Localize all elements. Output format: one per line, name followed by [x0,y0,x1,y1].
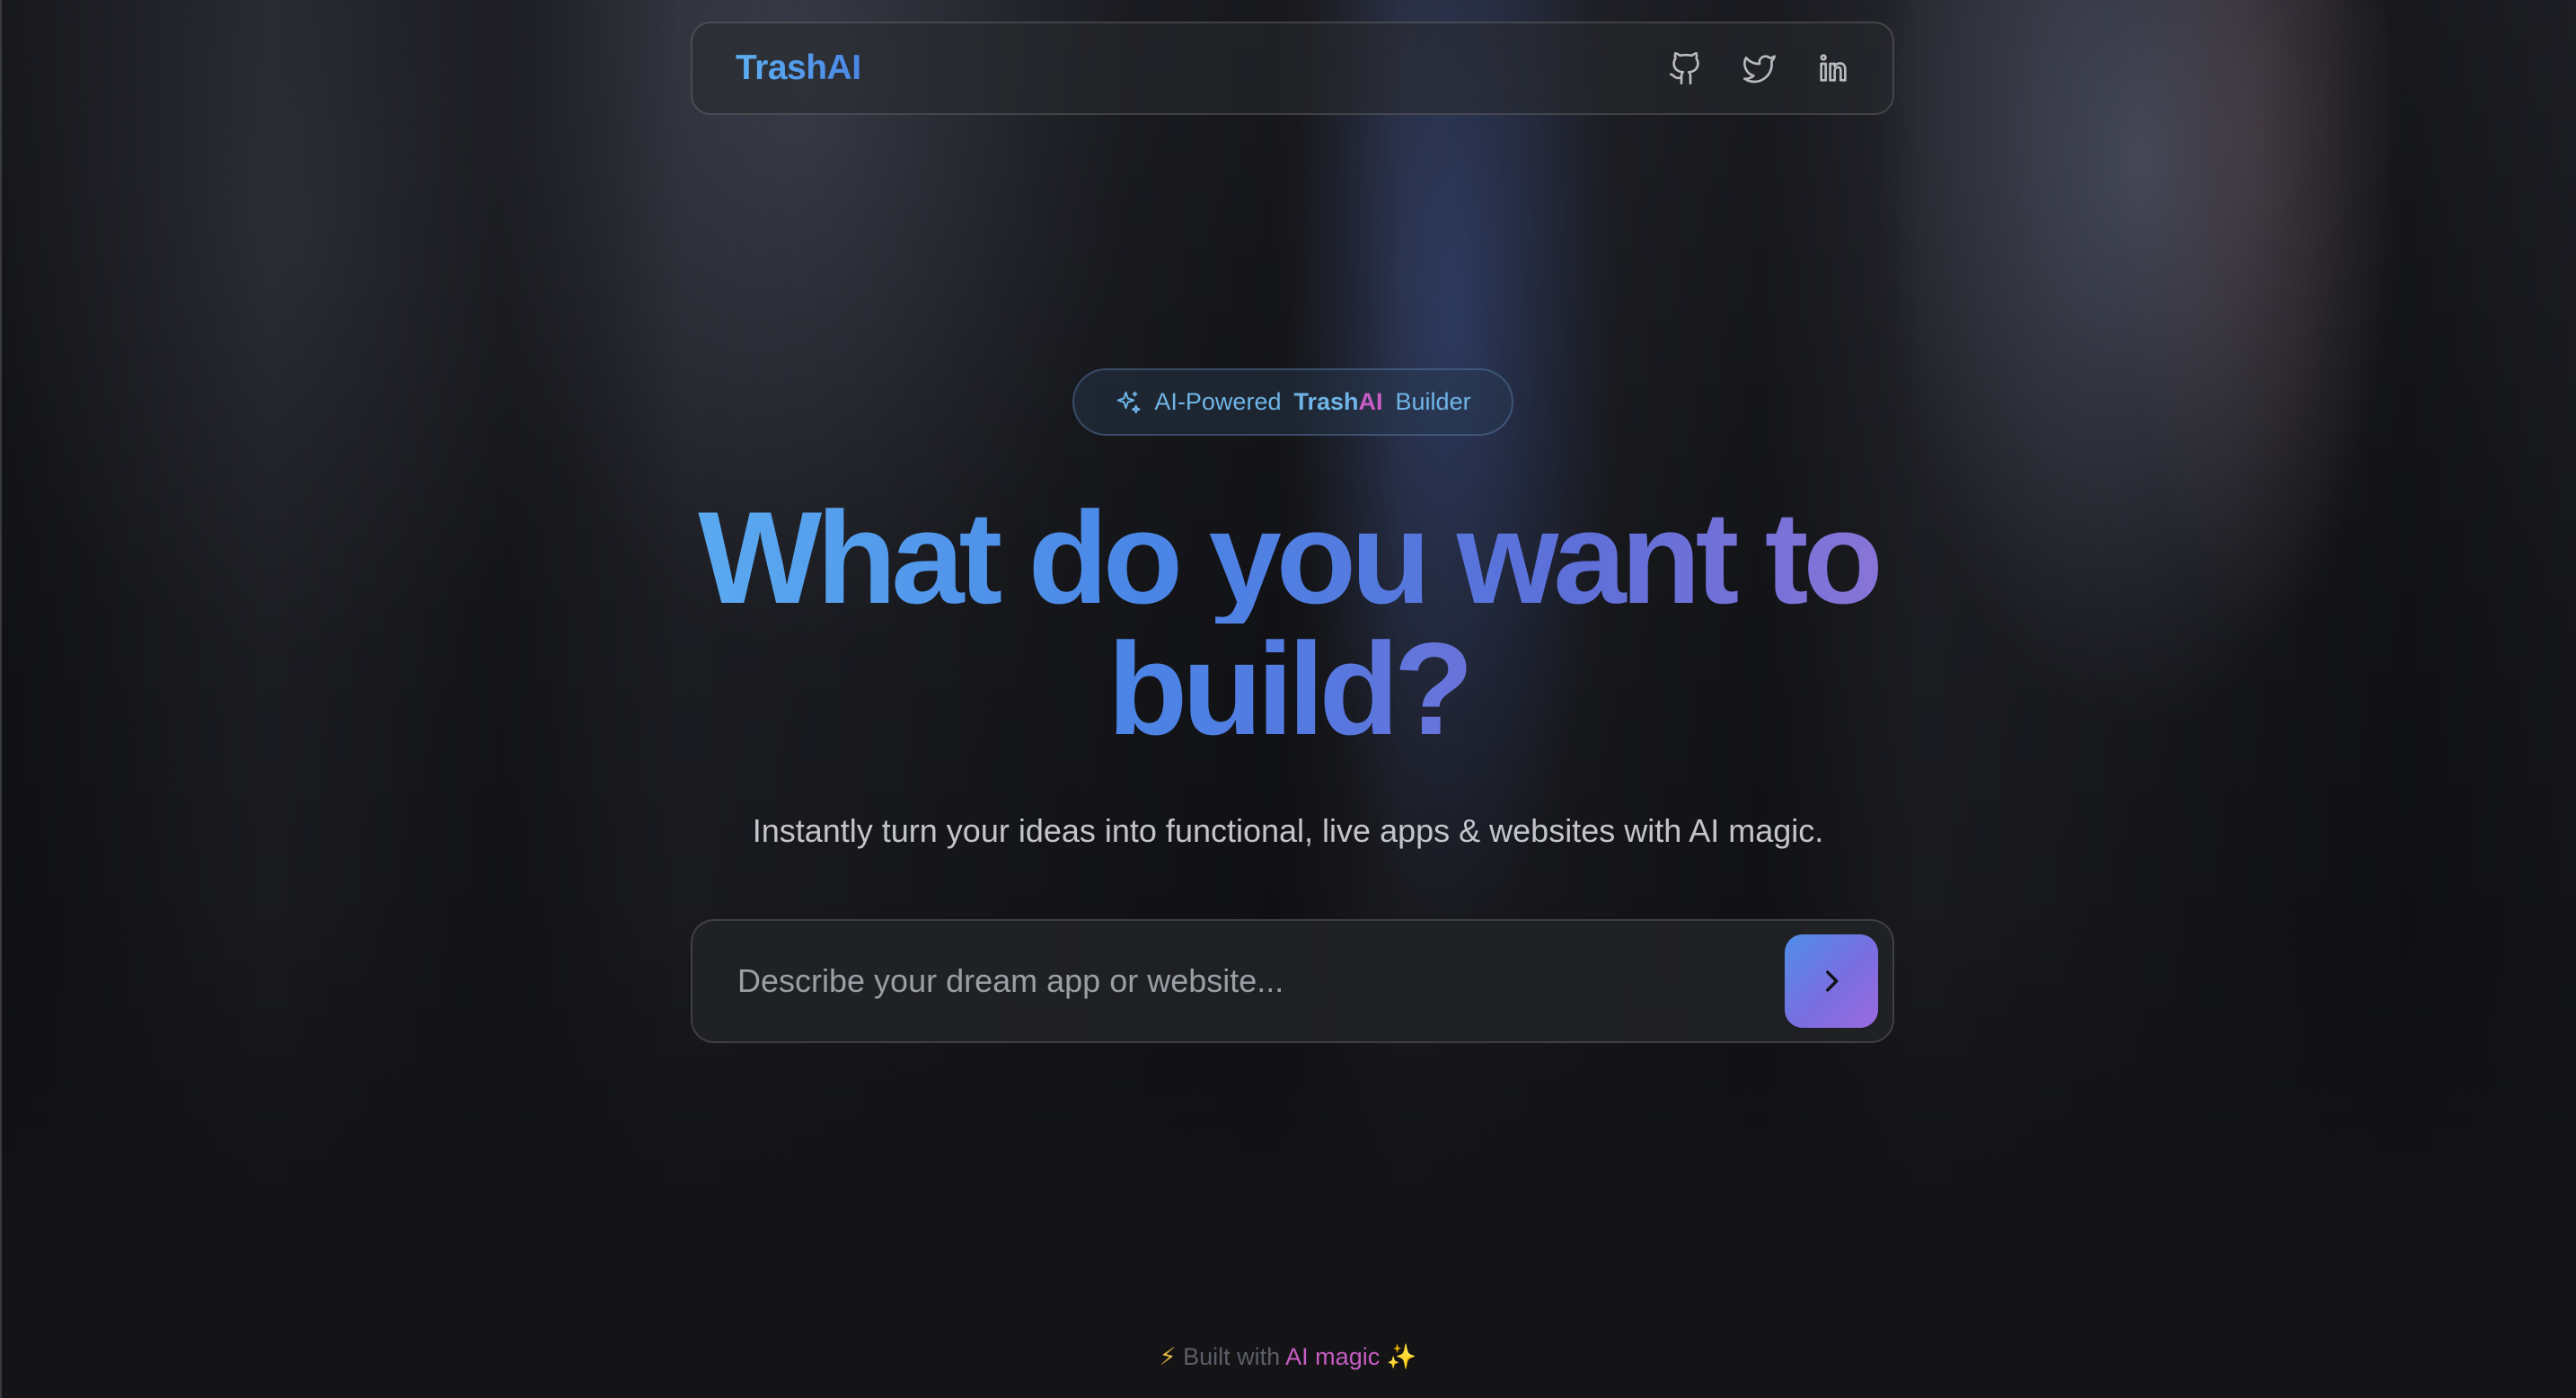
github-icon[interactable] [1668,50,1704,86]
sparkle-icon: ✨ [1386,1343,1417,1370]
footer-prefix: Built with [1183,1343,1281,1370]
badge-prefix: AI-Powered [1154,388,1282,415]
badge-brand: TrashAI [1293,388,1382,416]
page: TrashAI AI-Powered TrashAI Builder What … [0,0,2576,1398]
brand-logo[interactable]: TrashAI [736,49,861,88]
linkedin-icon[interactable] [1815,50,1851,86]
hero-title-line2: build? [1107,615,1474,762]
prompt-box [691,919,1894,1043]
chevron-right-icon [1826,970,1839,992]
twitter-icon[interactable] [1742,50,1778,86]
submit-button[interactable] [1785,934,1878,1028]
prompt-input[interactable] [736,961,1785,1001]
footer-highlight: AI magic [1285,1343,1381,1370]
bolt-icon: ⚡ [1159,1343,1177,1370]
hero-title: What do you want to build? [569,492,2007,755]
footer: ⚡ Built with AI magic ✨ [0,1342,2576,1371]
badge-brand-main: Trash [1293,388,1359,415]
hero-subtitle: Instantly turn your ideas into functiona… [752,812,1824,849]
ai-powered-badge: AI-Powered TrashAI Builder [1072,368,1513,436]
badge-brand-ai: AI [1358,388,1383,415]
badge-suffix: Builder [1395,388,1471,415]
window-edge [0,0,2,1398]
sparkles-icon [1115,389,1142,416]
top-navbar: TrashAI [691,22,1894,115]
hero-title-line1: What do you want to [569,492,2007,624]
social-links [1668,50,1851,86]
